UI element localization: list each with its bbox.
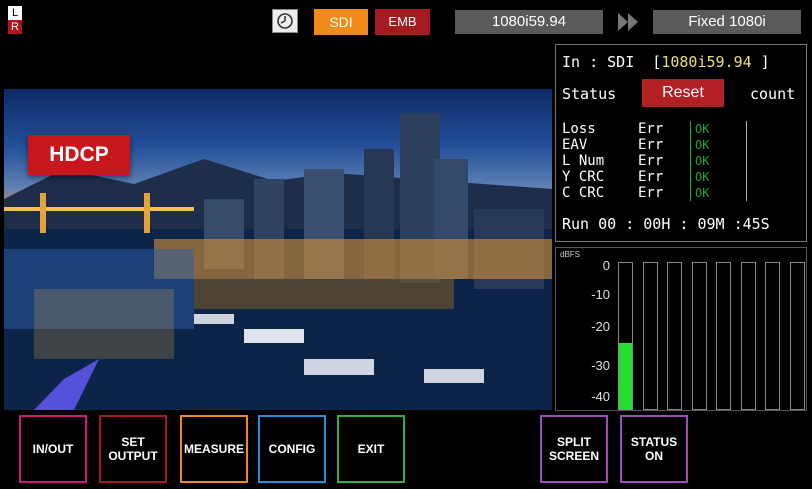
error-row-line-number: L Num Err OK [562, 153, 802, 169]
status-on-button[interactable]: STATUS ON [620, 415, 688, 483]
error-name: L Num [562, 153, 605, 169]
error-value: OK [690, 185, 746, 201]
clock-icon[interactable] [272, 9, 298, 33]
input-format-close: ] [751, 53, 770, 71]
meter-level-fill [619, 343, 632, 409]
reset-button[interactable]: Reset [642, 79, 724, 107]
error-label: Err [638, 185, 664, 201]
input-format-value: 1080i59.94 [661, 53, 752, 71]
output-format-display: Fixed 1080i [653, 10, 801, 34]
status-label: Status [562, 85, 617, 103]
error-label: Err [638, 121, 664, 137]
split-screen-button-label: SPLIT SCREEN [548, 435, 599, 463]
error-name: C CRC [562, 185, 605, 201]
meter-channel-bar [740, 262, 756, 410]
error-row-c-crc: C CRC Err OK [562, 185, 802, 201]
run-time-display: Run 00 : 00H : 09M :45S [562, 215, 770, 233]
error-value: OK [690, 169, 746, 185]
set-output-button-label: SET OUTPUT [108, 435, 158, 463]
meter-tick-label: -20 [591, 319, 610, 334]
split-screen-button[interactable]: SPLIT SCREEN [540, 415, 608, 483]
audio-level-meter: dBFS 0 -10 -20 -30 -40 [555, 247, 807, 411]
meter-channel-bar [667, 262, 682, 410]
input-label: In : SDI [ [562, 53, 662, 71]
meter-channel-bar [765, 262, 780, 410]
input-format-display: 1080i59.94 [455, 10, 603, 34]
error-name: Y CRC [562, 169, 605, 185]
measure-button-label: MEASURE [183, 442, 244, 456]
meter-tick-label: 0 [602, 258, 610, 273]
config-button-label: CONFIG [268, 442, 316, 456]
error-row-loss: Loss Err OK [562, 121, 802, 137]
exit-button[interactable]: EXIT [337, 415, 405, 483]
input-info-row: In : SDI [1080i59.94 ] [562, 53, 770, 71]
signal-status-panel: In : SDI [1080i59.94 ] Status Reset coun… [555, 44, 807, 242]
error-value: OK [690, 137, 746, 153]
column-divider [746, 137, 748, 153]
error-label: Err [638, 153, 664, 169]
error-table: Loss Err OK EAV Err OK L Num Err OK Y CR… [562, 121, 802, 201]
config-button[interactable]: CONFIG [258, 415, 326, 483]
meter-tick-label: -10 [591, 287, 610, 302]
column-divider [746, 169, 748, 185]
in-out-button[interactable]: IN/OUT [19, 415, 87, 483]
error-name: Loss [562, 121, 596, 137]
status-on-button-label: STATUS ON [630, 435, 678, 463]
count-label: count [750, 85, 796, 103]
meter-channel-bar [789, 262, 805, 410]
column-divider [746, 185, 748, 201]
left-channel-indicator: L [8, 6, 22, 20]
error-row-y-crc: Y CRC Err OK [562, 169, 802, 185]
set-output-button[interactable]: SET OUTPUT [99, 415, 167, 483]
error-value: OK [690, 153, 746, 169]
hdcp-badge: HDCP [28, 135, 130, 175]
column-divider [746, 121, 748, 137]
error-name: EAV [562, 137, 588, 153]
bottom-button-bar: IN/OUT SET OUTPUT MEASURE CONFIG EXIT SPLIT S… [0, 411, 812, 489]
right-channel-indicator: R [8, 20, 22, 34]
meter-tick-label: -40 [591, 389, 610, 404]
audio-lr-indicator: L R [8, 6, 22, 34]
meter-channel-bar [618, 262, 633, 410]
meter-tick-label: -30 [591, 358, 610, 373]
error-label: Err [638, 137, 664, 153]
meter-channel-bar [691, 262, 707, 410]
error-value: OK [690, 121, 746, 137]
audio-emb-chip[interactable]: EMB [375, 9, 430, 35]
measure-button[interactable]: MEASURE [180, 415, 248, 483]
video-preview: HDCP [4, 89, 552, 410]
meter-channel-bar [642, 262, 658, 410]
double-chevron-right-icon [616, 10, 642, 34]
exit-button-label: EXIT [357, 442, 385, 456]
error-row-eav: EAV Err OK [562, 137, 802, 153]
meter-channel-bar [716, 262, 731, 410]
input-sdi-chip[interactable]: SDI [314, 9, 368, 35]
error-label: Err [638, 169, 664, 185]
column-divider [746, 153, 748, 169]
in-out-button-label: IN/OUT [32, 442, 74, 456]
